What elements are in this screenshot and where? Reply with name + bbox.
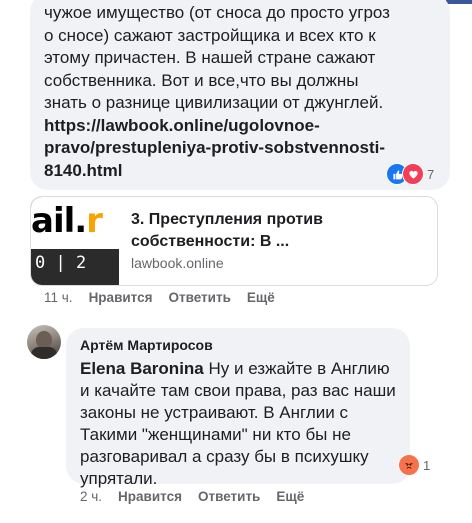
avatar[interactable] [27, 325, 61, 359]
mention-link[interactable]: Elena Baronina [80, 359, 204, 378]
love-icon [402, 163, 424, 185]
comment-timestamp[interactable]: 11 ч. [44, 290, 73, 305]
like-button[interactable]: Нравится [89, 290, 153, 305]
more-button[interactable]: Ещё [247, 290, 275, 305]
thumbnail-bottom-text: 0 | 2 [35, 253, 87, 273]
link-preview-title: 3. Преступления против собственности: В … [131, 211, 323, 250]
comment-author[interactable]: Артём Мартиросов [80, 337, 213, 353]
comment-link[interactable]: https://lawbook.online/ugolovnoe-pravo/p… [44, 116, 385, 180]
more-button[interactable]: Ещё [276, 489, 304, 504]
link-preview-thumbnail: ail.r 0 | 2 [31, 197, 119, 285]
comment-body: чужое имущество (от сноса до просто угро… [44, 3, 390, 112]
top-bar-accent [446, 0, 472, 4]
thumbnail-logo-text: ail. [31, 201, 87, 241]
link-preview-domain: lawbook.online [131, 255, 224, 271]
link-preview-card[interactable]: ail.r 0 | 2 3. Преступления против собст… [30, 196, 438, 286]
comment-actions: 11 ч. Нравится Ответить Ещё [44, 290, 291, 305]
comment-reactions[interactable]: 7 [386, 163, 434, 185]
angry-icon [398, 454, 420, 476]
comment-timestamp[interactable]: 2 ч. [80, 489, 102, 504]
comment-bubble: чужое имущество (от сноса до просто угро… [30, 0, 450, 190]
reply-comment-bubble: Артём Мартиросов Elena Baronina Ну и езж… [66, 328, 410, 488]
thumbnail-logo: ail.r [31, 201, 103, 241]
reply-comment-actions: 2 ч. Нравится Ответить Ещё [80, 489, 320, 504]
reaction-count: 7 [427, 166, 435, 182]
comment-text: чужое имущество (от сноса до просто угро… [44, 2, 404, 182]
avatar-body [31, 347, 57, 359]
reaction-count: 1 [423, 457, 431, 473]
reply-comment-text: Elena Baronina Ну и езжайте в Англию и к… [80, 358, 398, 490]
reply-button[interactable]: Ответить [168, 290, 230, 305]
thumbnail-logo-accent: r [86, 201, 103, 241]
reply-comment-body: Ну и езжайте в Англию и качайте там свои… [80, 359, 396, 488]
reply-comment-reactions[interactable]: 1 [398, 454, 430, 476]
like-button[interactable]: Нравится [118, 489, 182, 504]
reply-button[interactable]: Ответить [198, 489, 260, 504]
